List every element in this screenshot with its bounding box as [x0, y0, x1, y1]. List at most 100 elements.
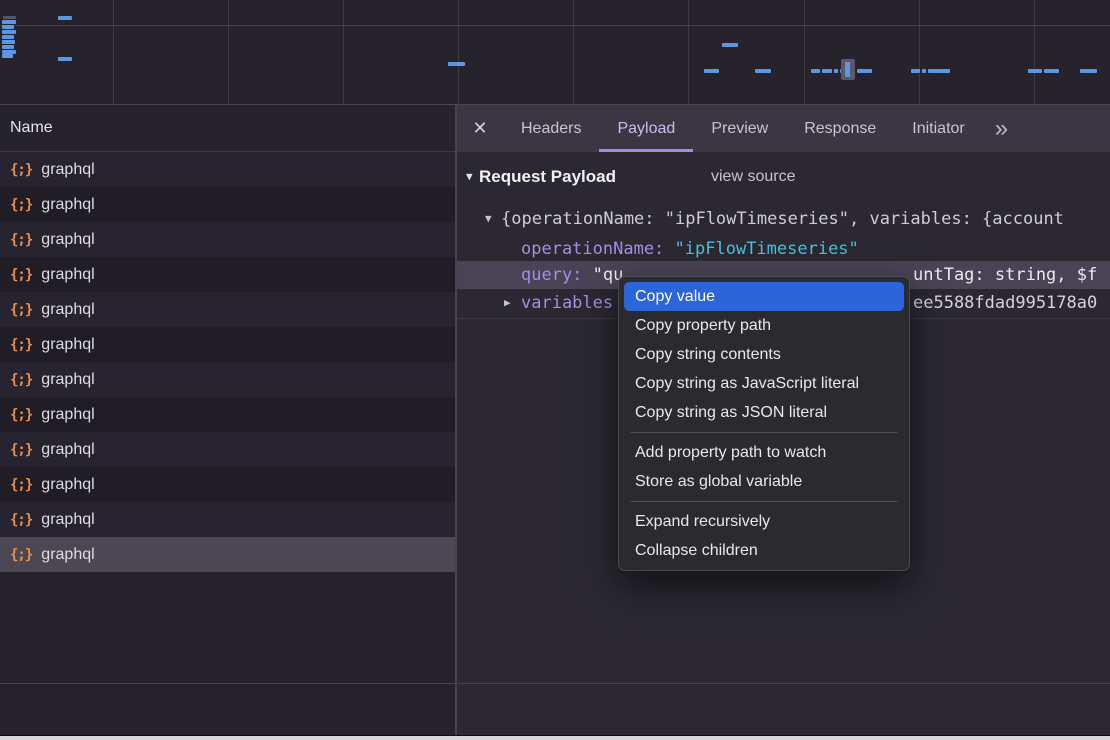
request-timeline-bar: [2, 45, 14, 49]
request-name: graphql: [41, 371, 94, 389]
request-name: graphql: [41, 476, 94, 494]
property-preview-continued: ee5588fdad995178a0: [913, 289, 1097, 317]
request-name: graphql: [41, 511, 94, 529]
tab-preview[interactable]: Preview: [693, 105, 786, 152]
panel-resize-handle[interactable]: [455, 105, 457, 736]
menu-item[interactable]: Expand recursively: [624, 507, 904, 536]
timeline-gridline: [573, 0, 574, 104]
request-name: graphql: [41, 161, 94, 179]
payload-root-row[interactable]: ▼ {operationName: "ipFlowTimeseries", va…: [457, 205, 1110, 233]
json-braces-icon: {;}: [10, 477, 32, 493]
selected-request-tick: [845, 62, 850, 77]
timeline-gridline: [919, 0, 920, 104]
table-row[interactable]: {;}graphql: [0, 187, 455, 222]
collapse-icon[interactable]: ▼: [485, 205, 492, 233]
tab-response[interactable]: Response: [786, 105, 894, 152]
request-timeline-bar: [58, 16, 72, 20]
menu-item[interactable]: Copy string as JSON literal: [624, 398, 904, 427]
name-column-label: Name: [10, 119, 53, 136]
menu-item[interactable]: Copy string contents: [624, 340, 904, 369]
request-timeline-bar: [2, 35, 14, 39]
timeline-gridline: [688, 0, 689, 104]
table-row[interactable]: {;}graphql: [0, 502, 455, 537]
menu-item[interactable]: Collapse children: [624, 536, 904, 565]
json-braces-icon: {;}: [10, 162, 32, 178]
json-braces-icon: {;}: [10, 302, 32, 318]
request-name: graphql: [41, 266, 94, 284]
requests-panel: Name {;}graphql{;}graphql{;}graphql{;}gr…: [0, 105, 455, 736]
request-timeline-bar: [911, 69, 920, 73]
table-row[interactable]: {;} graphql: [0, 152, 455, 187]
request-timeline-bar: [755, 69, 771, 73]
tab-initiator[interactable]: Initiator: [894, 105, 982, 152]
table-row[interactable]: {;} graphql: [0, 397, 455, 432]
tab-headers[interactable]: Headers: [503, 105, 599, 152]
menu-divider: [631, 432, 897, 433]
menu-item[interactable]: Add property path to watch: [624, 438, 904, 467]
window-bottom-edge: [0, 735, 1110, 740]
request-name: graphql: [41, 196, 94, 214]
request-timeline-bar: [2, 40, 15, 44]
request-timeline-bar: [811, 69, 820, 73]
table-row[interactable]: {;}graphql: [0, 257, 455, 292]
menu-item[interactable]: Copy string as JavaScript literal: [624, 369, 904, 398]
json-braces-icon: {;}: [10, 232, 32, 248]
request-timeline-bar: [2, 20, 16, 24]
menu-divider: [631, 501, 897, 502]
timeline-gridline: [113, 0, 114, 104]
table-row[interactable]: {;} graphql: [0, 467, 455, 502]
menu-item[interactable]: Copy property path: [624, 311, 904, 340]
request-timeline-bar: [2, 30, 16, 34]
table-row[interactable]: {;} graphql: [0, 432, 455, 467]
table-row[interactable]: {;}graphql: [0, 292, 455, 327]
selected-request-marker: [841, 59, 855, 80]
request-name: graphql: [41, 231, 94, 249]
request-timeline-bar: [722, 43, 738, 47]
section-collapse-icon[interactable]: ▼: [466, 165, 473, 189]
json-braces-icon: {;}: [10, 547, 32, 563]
request-timeline-bar: [704, 69, 719, 73]
json-braces-icon: {;}: [10, 337, 32, 353]
table-row[interactable]: {;} graphql: [0, 537, 455, 572]
json-braces-icon: {;}: [10, 372, 32, 388]
more-tabs-icon[interactable]: »: [995, 105, 1022, 152]
view-source-link[interactable]: view source: [711, 165, 795, 189]
tab-payload[interactable]: Payload: [599, 105, 693, 152]
request-timeline-bar: [822, 69, 832, 73]
property-key: operationName:: [521, 239, 664, 259]
request-payload-section-header[interactable]: ▼ Request Payload view source: [457, 165, 1110, 189]
table-row[interactable]: {;} graphql: [0, 222, 455, 257]
request-name: graphql: [41, 546, 94, 564]
name-column-header[interactable]: Name: [0, 105, 455, 152]
property-value-continued: untTag: string, $f: [913, 261, 1097, 289]
close-icon[interactable]: ✕: [457, 105, 503, 152]
request-name: graphql: [41, 406, 94, 424]
request-timeline-bar: [922, 69, 926, 73]
request-timeline-bar: [1080, 69, 1097, 73]
property-value: "ipFlowTimeseries": [675, 239, 859, 259]
json-braces-icon: {;}: [10, 442, 32, 458]
request-list: {;} graphql {;} graphql {;} graphql {;} graphql…: [0, 152, 455, 572]
request-timeline-bar: [58, 57, 72, 61]
details-tab-bar: ✕ HeadersPayloadPreviewResponseInitiator…: [457, 105, 1110, 152]
table-row[interactable]: {;} graphql: [0, 362, 455, 397]
request-timeline-bar: [1028, 69, 1042, 73]
table-row[interactable]: {;} graphql: [0, 327, 455, 362]
request-name: graphql: [41, 441, 94, 459]
timeline-gridline-horizontal: [0, 25, 1110, 26]
timeline-gridline: [804, 0, 805, 104]
section-title: Request Payload: [479, 165, 616, 189]
request-name: graphql: [41, 336, 94, 354]
payload-property-row[interactable]: operationName: "ipFlowTimeseries": [457, 235, 1110, 263]
json-braces-icon: {;}: [10, 407, 32, 423]
expand-icon[interactable]: ▶: [504, 289, 511, 317]
menu-item[interactable]: Store as global variable: [624, 467, 904, 496]
payload-object-preview: {operationName: "ipFlowTimeseries", vari…: [501, 205, 1064, 233]
property-key: variables: [521, 293, 613, 313]
request-timeline-bar: [2, 25, 14, 29]
request-timeline-bar: [3, 16, 16, 19]
request-timeline-bar: [857, 69, 872, 73]
request-timeline-bar: [2, 54, 13, 58]
network-overview[interactable]: [0, 0, 1110, 105]
menu-item[interactable]: Copy value: [624, 282, 904, 311]
